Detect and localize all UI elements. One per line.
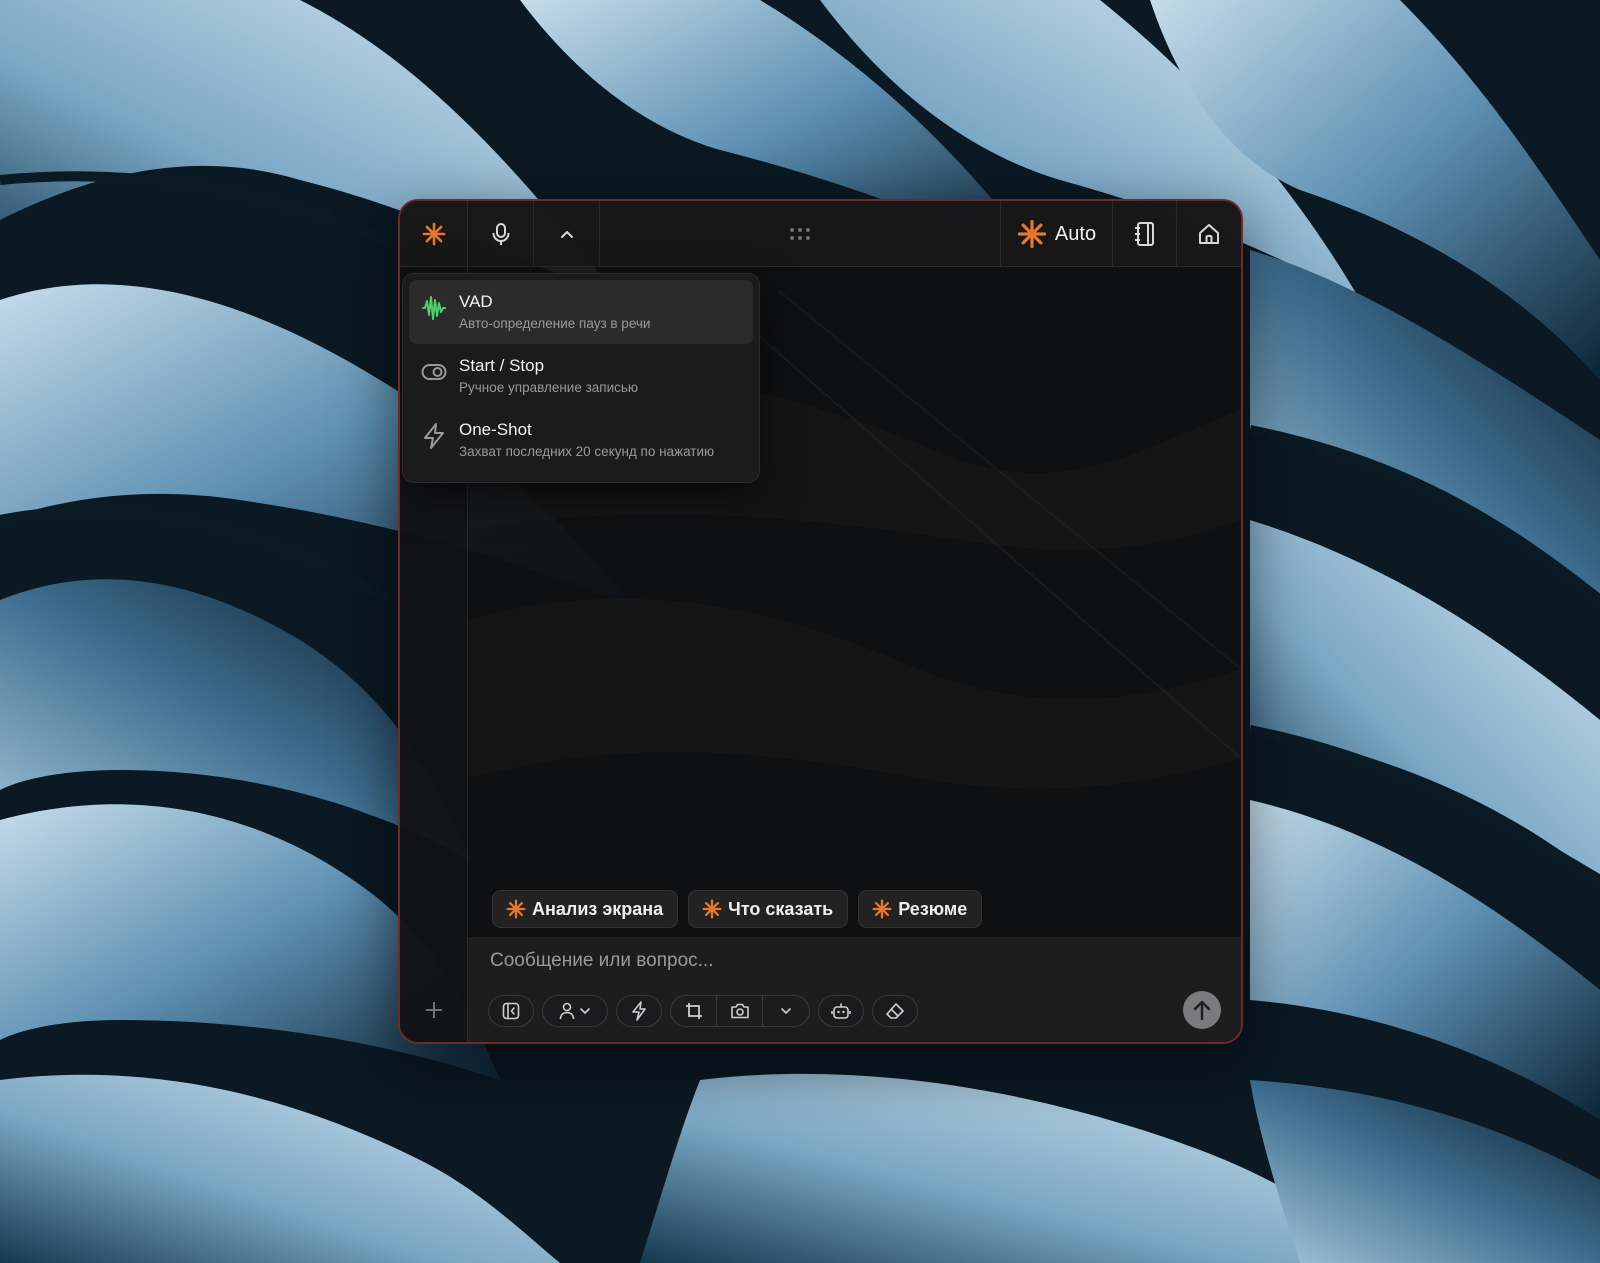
- menu-item-subtitle: Авто-определение пауз в речи: [459, 316, 651, 331]
- toggle-icon: [421, 364, 447, 380]
- panel-collapse-icon: [502, 1002, 520, 1020]
- chip-label: Что сказать: [728, 898, 834, 919]
- window-drag-handle[interactable]: [600, 201, 1001, 267]
- crop-capture-button[interactable]: [671, 996, 717, 1026]
- menu-item-title: VAD: [459, 292, 493, 311]
- menu-item-title: One-Shot: [459, 420, 532, 439]
- persona-selector[interactable]: [542, 995, 608, 1027]
- send-button[interactable]: [1183, 991, 1221, 1029]
- composer: [468, 937, 1241, 1042]
- eraser-icon: [886, 1003, 904, 1019]
- quick-mode-button[interactable]: [616, 995, 662, 1027]
- microphone-icon: [492, 223, 509, 245]
- quick-action-what-to-say[interactable]: Что сказать: [688, 890, 849, 928]
- notebook-button[interactable]: [1113, 201, 1177, 267]
- plus-icon: [426, 1002, 442, 1018]
- asterisk-icon: [506, 899, 526, 919]
- model-label: Auto: [1054, 222, 1097, 245]
- user-icon: [559, 1002, 575, 1020]
- chip-label: Анализ экрана: [532, 898, 664, 919]
- asterisk-icon: [872, 899, 892, 919]
- toggle-panel-button[interactable]: [488, 995, 534, 1027]
- quick-actions: Анализ экрана Что сказать Резюме: [492, 890, 983, 928]
- assistant-bot-button[interactable]: [818, 995, 864, 1027]
- chip-label: Резюме: [898, 898, 968, 919]
- composer-toolbar: [488, 995, 918, 1027]
- robot-icon: [831, 1003, 851, 1019]
- new-chat-button[interactable]: [422, 998, 446, 1022]
- notebook-icon: [1134, 222, 1154, 246]
- menu-item-subtitle: Ручное управление записью: [459, 380, 639, 395]
- home-icon: [1199, 224, 1219, 244]
- home-button[interactable]: [1177, 201, 1241, 267]
- menu-item-vad[interactable]: VAD Авто-определение пауз в речи: [409, 280, 753, 344]
- camera-icon: [730, 1003, 749, 1019]
- top-bar: Auto: [400, 201, 1241, 267]
- model-selector[interactable]: Auto: [1001, 201, 1113, 267]
- menu-item-start-stop[interactable]: Start / Stop Ручное управление записью: [409, 344, 753, 408]
- quick-action-screen-analysis[interactable]: Анализ экрана: [492, 890, 679, 928]
- chevron-down-icon: [781, 1008, 791, 1015]
- app-logo-button[interactable]: [400, 201, 468, 267]
- quick-action-summary[interactable]: Резюме: [858, 890, 983, 928]
- lightning-icon: [424, 423, 444, 449]
- menu-item-subtitle: Захват последних 20 секунд по нажатию: [459, 444, 715, 459]
- arrow-up-icon: [1193, 1000, 1211, 1021]
- assistant-window: Auto VAD Авто-определение пауз в речи St…: [398, 199, 1243, 1044]
- message-input[interactable]: [490, 945, 1170, 977]
- asterisk-icon: [702, 899, 722, 919]
- menu-item-title: Start / Stop: [459, 356, 545, 375]
- asterisk-icon: [1017, 219, 1047, 249]
- capture-group: [670, 995, 810, 1027]
- capture-options-button[interactable]: [763, 996, 809, 1026]
- record-mode-menu: VAD Авто-определение пауз в речи Start /…: [402, 273, 760, 483]
- microphone-button[interactable]: [468, 201, 534, 267]
- screenshot-button[interactable]: [717, 996, 763, 1026]
- lightning-icon: [632, 1001, 646, 1021]
- chevron-down-icon: [580, 1008, 590, 1015]
- chevron-up-icon: [560, 231, 573, 238]
- clear-button[interactable]: [872, 995, 918, 1027]
- record-mode-toggle[interactable]: [534, 201, 600, 267]
- menu-item-one-shot[interactable]: One-Shot Захват последних 20 секунд по н…: [409, 408, 753, 472]
- drag-handle-icon: [790, 228, 810, 240]
- crop-icon: [685, 1003, 702, 1019]
- waveform-icon: [422, 296, 446, 320]
- asterisk-logo-icon: [422, 222, 445, 246]
